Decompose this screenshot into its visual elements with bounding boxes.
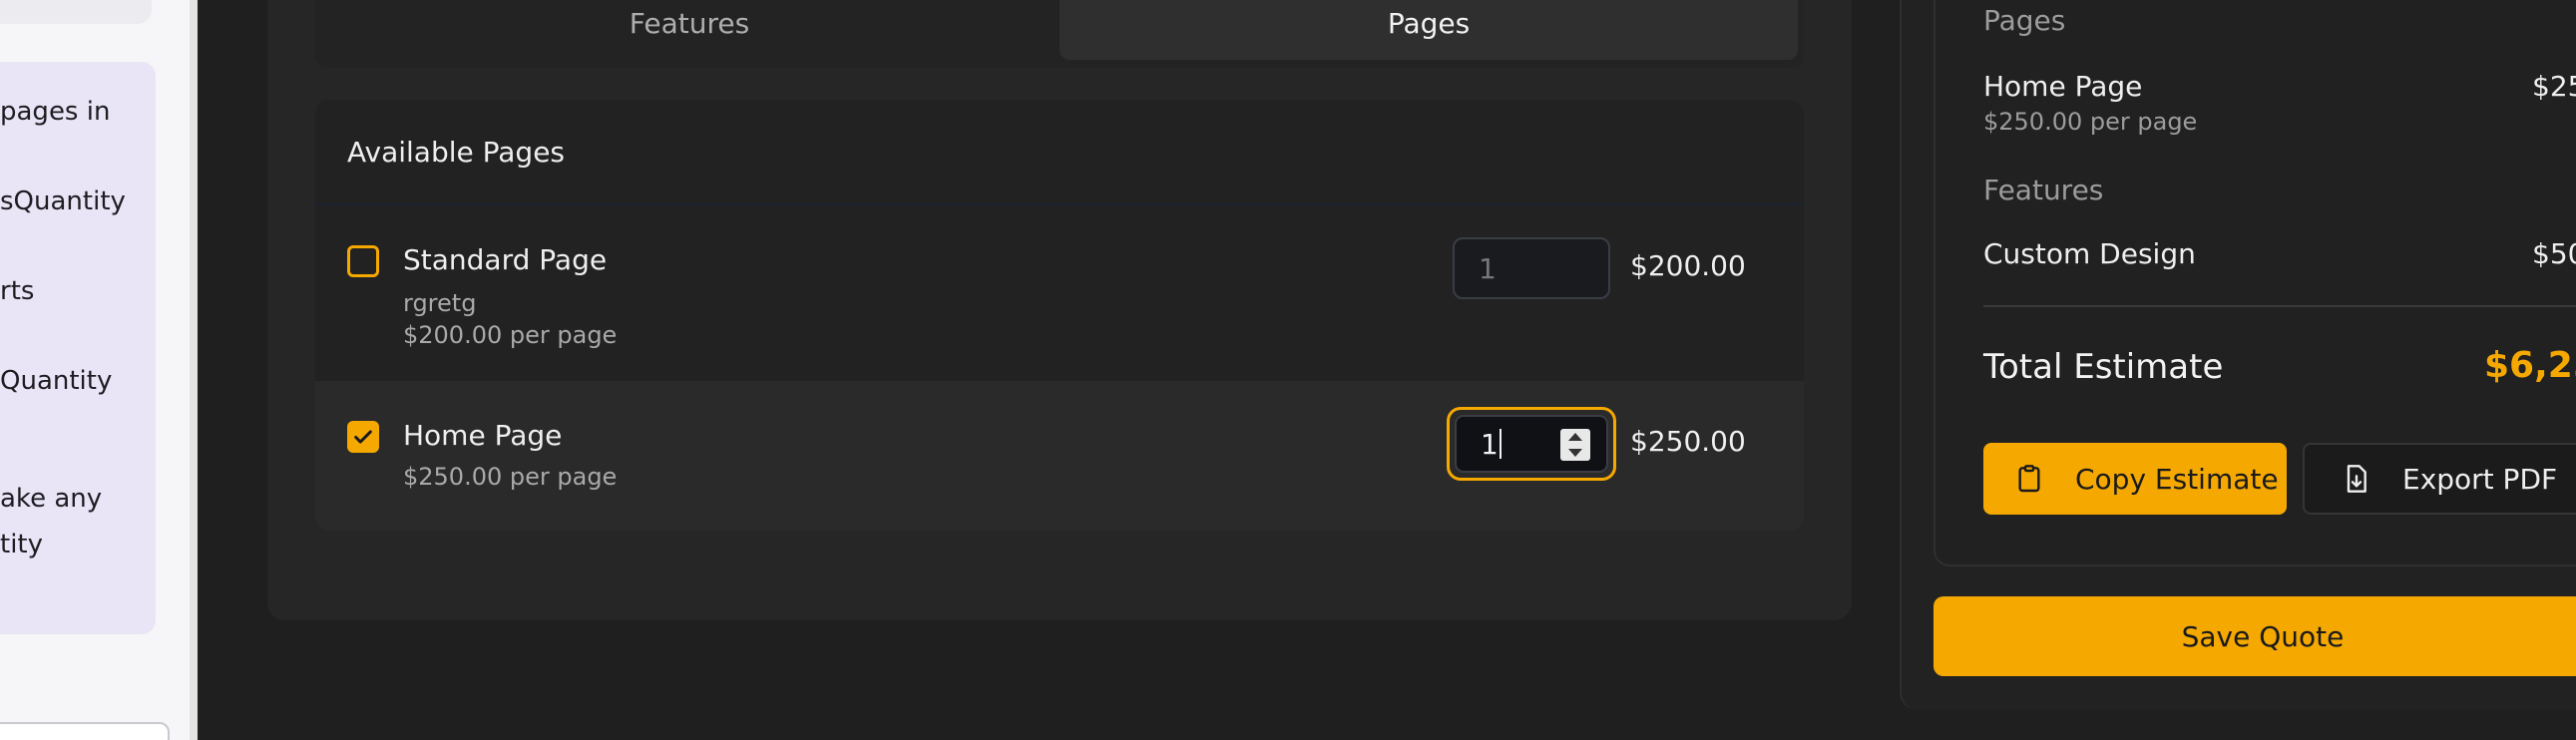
- page-total-price: $200.00: [1630, 249, 1746, 282]
- summary-page-item-sub: $250.00 per page: [1983, 108, 2198, 136]
- sidebar-text-line: sQuantity: [0, 186, 126, 216]
- text-caret: [1499, 429, 1502, 459]
- check-icon: [354, 430, 372, 444]
- home-page-quantity-input[interactable]: 1: [1455, 415, 1608, 473]
- page-row-home: Home Page $250.00 per page 1 $250.00: [315, 381, 1804, 531]
- page-unit-price: $250.00 per page: [403, 463, 618, 491]
- available-pages-section: Available Pages Standard Page rgretg $20…: [315, 100, 1804, 531]
- export-pdf-button[interactable]: Export PDF: [2303, 443, 2576, 515]
- standard-page-checkbox[interactable]: [347, 245, 379, 277]
- summary-page-item-name: Home Page: [1983, 70, 2143, 103]
- sidebar-text-line: pages in: [0, 97, 111, 127]
- summary-page-item-value: $25: [2532, 70, 2576, 103]
- home-page-checkbox[interactable]: [347, 421, 379, 453]
- tab-pages[interactable]: Pages: [1060, 0, 1798, 60]
- sidebar-text-line: Quantity: [0, 366, 113, 396]
- page-name: Standard Page: [403, 243, 608, 276]
- spinner-down-icon[interactable]: [1568, 449, 1582, 457]
- section-title: Available Pages: [347, 136, 566, 169]
- copy-estimate-label: Copy Estimate: [2075, 462, 2279, 496]
- panel-divider: [190, 0, 198, 740]
- save-quote-button[interactable]: Save Quote: [1933, 596, 2576, 676]
- sidebar-text-line: tity: [0, 530, 43, 559]
- copy-estimate-button[interactable]: Copy Estimate: [1983, 443, 2287, 515]
- summary-divider: [1983, 305, 2576, 307]
- file-download-icon: [2341, 463, 2372, 495]
- summary-feature-item-name: Custom Design: [1983, 237, 2196, 270]
- standard-page-quantity-input[interactable]: 1: [1453, 237, 1610, 299]
- total-estimate-label: Total Estimate: [1983, 347, 2224, 387]
- page-name: Home Page: [403, 419, 563, 452]
- page-row-standard: Standard Page rgretg $200.00 per page 1 …: [315, 205, 1804, 381]
- save-quote-label: Save Quote: [2181, 619, 2345, 653]
- tab-features[interactable]: Features: [319, 0, 1060, 60]
- export-pdf-label: Export PDF: [2402, 462, 2558, 496]
- page-description: rgretg: [403, 289, 477, 317]
- sidebar-top-card: [0, 0, 152, 24]
- left-sidebar: pages in sQuantity rts Quantity ake any …: [0, 0, 190, 740]
- clipboard-icon: [2013, 463, 2045, 495]
- page-unit-price: $200.00 per page: [403, 321, 618, 349]
- summary-feature-item-value: $50: [2532, 237, 2576, 270]
- quantity-value: 1: [1481, 427, 1499, 461]
- summary-features-heading: Features: [1983, 174, 2104, 206]
- summary-pages-heading: Pages: [1983, 4, 2066, 37]
- sidebar-bottom-button[interactable]: [0, 722, 170, 740]
- sidebar-info-card: pages in sQuantity rts Quantity ake any …: [0, 62, 156, 634]
- page-total-price: $250.00: [1630, 425, 1746, 458]
- spinner-up-icon[interactable]: [1568, 433, 1582, 441]
- sidebar-text-line: rts: [0, 276, 35, 306]
- total-estimate-value: $6,25: [2484, 345, 2576, 386]
- home-page-quantity-focus-ring: 1: [1447, 407, 1616, 481]
- quantity-spinner[interactable]: [1560, 429, 1590, 461]
- sidebar-text-line: ake any: [0, 484, 103, 514]
